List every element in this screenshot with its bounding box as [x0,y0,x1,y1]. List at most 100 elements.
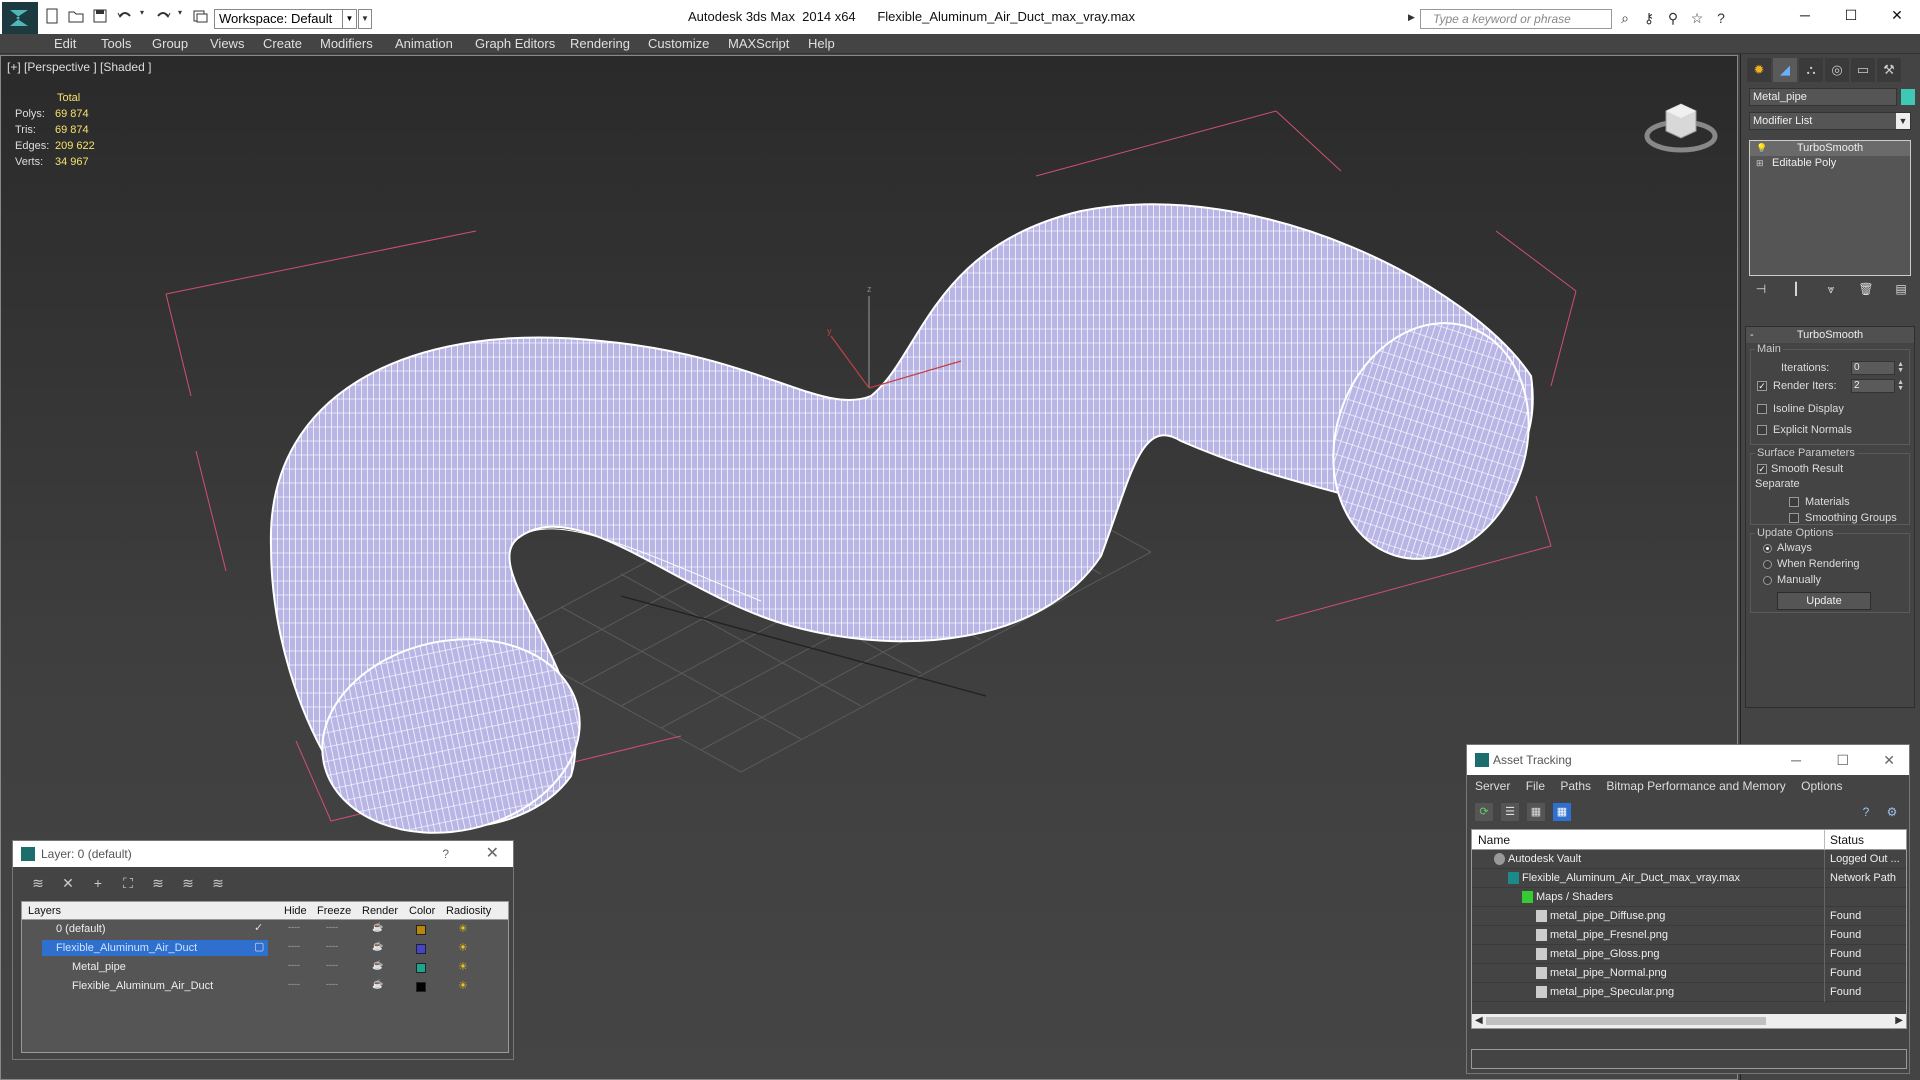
help-button[interactable]: ? [442,841,449,867]
search-expand-icon[interactable]: ▶ [1408,12,1415,23]
render-teapot-icon[interactable]: ☕ [372,941,383,952]
freeze-toggle-icon[interactable]: ---- [326,941,338,951]
radiosity-icon[interactable]: ☀ [458,941,470,955]
layer-name[interactable]: Flexible_Aluminum_Air_Duct [42,940,268,956]
asset-row[interactable]: metal_pipe_Fresnel.png Found [1472,926,1906,945]
layer-row[interactable]: Metal_pipe ---- ---- ☕ ☀ [22,958,508,977]
col-render[interactable]: Render [362,905,398,917]
explicit-normals-checkbox[interactable] [1757,425,1767,435]
menu-server[interactable]: Server [1475,779,1510,793]
menu-customize[interactable]: Customize [648,36,709,51]
modifier-list-dropdown[interactable]: Modifier List ▼ [1749,112,1911,130]
search-input[interactable]: Type a keyword or phrase [1420,9,1612,29]
minimize-icon[interactable]: ─ [1782,0,1828,30]
iterations-spinner[interactable]: 0 ▲ ▼ [1851,361,1904,375]
render-iters-spinner[interactable]: 2 ▲ ▼ [1851,379,1904,393]
viewcube-icon[interactable] [1641,86,1721,156]
object-color-swatch[interactable] [1901,89,1915,105]
menu-maxscript[interactable]: MAXScript [728,36,789,51]
asset-row[interactable]: metal_pipe_Specular.png Found [1472,983,1906,1002]
hide-toggle-icon[interactable]: ---- [288,922,300,932]
smooth-result-checkbox[interactable]: ✓ [1757,464,1767,474]
layer-name[interactable]: Metal_pipe [72,959,132,975]
app-menu-button[interactable] [2,2,38,34]
active-check-icon[interactable]: ✓ [254,921,263,934]
layer-color-swatch[interactable] [416,944,426,954]
stack-item-editable-poly[interactable]: ⊞ Editable Poly [1750,156,1910,171]
configure-sets-icon[interactable]: ▤ [1891,282,1911,300]
asset-row[interactable]: Flexible_Aluminum_Air_Duct_max_vray.max … [1472,869,1906,888]
undo-icon[interactable] [116,8,134,26]
menu-group[interactable]: Group [152,36,188,51]
menu-graph-editors[interactable]: Graph Editors [475,36,555,51]
col-radiosity[interactable]: Radiosity [446,905,491,917]
col-hide[interactable]: Hide [284,905,307,917]
layer-row[interactable]: Flexible_Aluminum_Air_Duct ---- ---- ☕ ☀ [22,977,508,996]
render-teapot-icon[interactable]: ☕ [372,960,383,971]
workspace-dropdown[interactable]: Workspace: Default ▼ [214,9,357,29]
maximize-icon[interactable]: ☐ [1828,0,1874,30]
make-unique-icon[interactable]: ⩔ [1821,282,1841,300]
render-teapot-icon[interactable]: ☕ [372,979,383,990]
column-divider[interactable] [1824,830,1825,850]
horizontal-scrollbar[interactable]: ◀ ▶ [1472,1014,1906,1028]
asset-row[interactable]: metal_pipe_Gloss.png Found [1472,945,1906,964]
viewport-label[interactable]: [+] [Perspective ] [Shaded ] [7,60,151,74]
menu-modifiers[interactable]: Modifiers [320,36,373,51]
rollout-header[interactable]: - TurboSmooth [1746,327,1914,343]
dialog-title-bar[interactable]: Layer: 0 (default) ? ✕ [13,841,513,867]
isoline-checkbox[interactable] [1757,404,1767,414]
layer-color-swatch[interactable] [416,925,426,935]
radiosity-icon[interactable]: ☀ [458,960,470,974]
menu-create[interactable]: Create [263,36,302,51]
layer-name[interactable]: Flexible_Aluminum_Air_Duct [72,978,219,994]
layer-color-swatch[interactable] [416,963,426,973]
close-icon[interactable]: ✕ [486,841,499,867]
save-file-icon[interactable] [92,8,110,26]
object-name-field[interactable]: Metal_pipe [1749,88,1897,106]
settings-icon[interactable]: ⚙ [1883,803,1901,821]
render-iters-checkbox[interactable]: ✓ [1757,381,1767,391]
refresh-icon[interactable]: ⟳ [1475,803,1493,821]
menu-rendering[interactable]: Rendering [570,36,630,51]
hierarchy-tab-icon[interactable]: ⛬ [1799,58,1823,82]
hide-all-layers-icon[interactable]: ≋ [177,873,199,893]
freeze-toggle-icon[interactable]: ---- [326,960,338,970]
layer-row-selected[interactable]: Flexible_Aluminum_Air_Duct ▢ ---- ---- ☕… [22,939,508,958]
menu-paths[interactable]: Paths [1560,779,1591,793]
redo-icon[interactable] [154,8,172,26]
motion-tab-icon[interactable]: ◎ [1825,58,1849,82]
open-file-icon[interactable] [68,8,86,26]
utilities-tab-icon[interactable]: ⚒ [1877,58,1901,82]
add-to-layer-icon[interactable]: + [87,873,109,893]
menu-bitmap-performance[interactable]: Bitmap Performance and Memory [1606,779,1785,793]
layer-row[interactable]: 0 (default) ✓ ---- ---- ☕ ☀ [22,920,508,939]
radiosity-icon[interactable]: ☀ [458,979,470,993]
menu-animation[interactable]: Animation [395,36,453,51]
close-icon[interactable]: ✕ [1883,745,1895,775]
tree-view-icon[interactable]: ▦ [1527,803,1545,821]
menu-help[interactable]: Help [808,36,835,51]
dialog-title-bar[interactable]: Asset Tracking ─ ☐ ✕ [1467,745,1909,775]
always-radio[interactable] [1763,544,1772,553]
hide-toggle-icon[interactable]: ---- [288,960,300,970]
workspace-menu-icon[interactable]: ▼ [358,9,372,29]
manually-radio[interactable] [1763,576,1772,585]
create-layer-icon[interactable]: ≋ [27,873,49,893]
project-folder-icon[interactable] [192,8,210,26]
scroll-left-icon[interactable]: ◀ [1475,1014,1483,1028]
active-box-icon[interactable]: ▢ [254,940,264,953]
redo-dropdown-icon[interactable]: ▾ [178,8,186,26]
display-tab-icon[interactable]: ▭ [1851,58,1875,82]
stack-item-turbosmooth[interactable]: 💡 TurboSmooth [1750,141,1910,156]
freeze-all-layers-icon[interactable]: ≋ [207,873,229,893]
create-tab-icon[interactable]: ✹ [1747,58,1771,82]
help-icon[interactable]: ? [1711,9,1731,27]
key-icon[interactable]: ⚷ [1639,9,1659,27]
binoculars-icon[interactable]: ⌕ [1615,9,1635,27]
col-color[interactable]: Color [409,905,435,917]
spinner-arrows-icon[interactable]: ▲ ▼ [1897,379,1904,392]
freeze-toggle-icon[interactable]: ---- [326,979,338,989]
menu-edit[interactable]: Edit [54,36,76,51]
list-view-icon[interactable]: ☰ [1501,803,1519,821]
